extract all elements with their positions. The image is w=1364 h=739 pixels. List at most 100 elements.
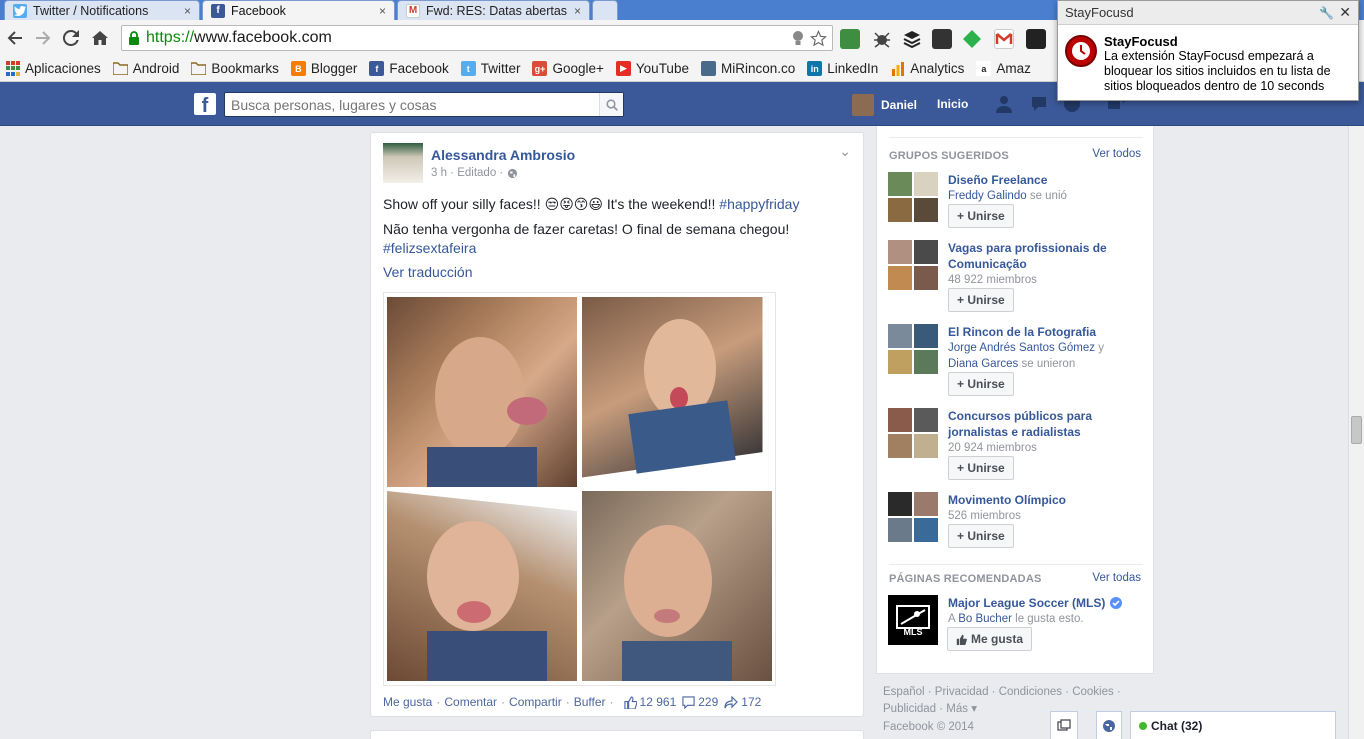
- group-member-thumbs[interactable]: [888, 408, 938, 458]
- chat-globe-button[interactable]: [1096, 711, 1122, 739]
- forward-button[interactable]: [32, 27, 54, 49]
- group-name[interactable]: Vagas para profissionais de Comunicação: [948, 240, 1138, 272]
- page-subtitle-text: A: [948, 613, 959, 625]
- group-name[interactable]: Concursos públicos para jornalistas e ra…: [948, 408, 1138, 440]
- group-member-thumbs[interactable]: [888, 324, 938, 374]
- facebook-logo-icon[interactable]: f: [194, 93, 216, 115]
- suggested-group: Diseño Freelance Freddy Galindo se unió …: [888, 172, 1148, 232]
- extension-evernote-icon[interactable]: [840, 29, 860, 49]
- bookmark-facebook[interactable]: f Facebook: [369, 61, 449, 76]
- photo-2[interactable]: [582, 297, 772, 487]
- like-count[interactable]: 12 961: [623, 695, 676, 709]
- extension-bug-icon[interactable]: [872, 29, 892, 49]
- bookmark-linkedin[interactable]: in LinkedIn: [807, 61, 878, 76]
- photo-3[interactable]: [387, 491, 577, 681]
- post-text: It's the weekend!!: [606, 196, 716, 212]
- group-name[interactable]: Diseño Freelance: [948, 172, 1138, 188]
- join-group-button[interactable]: + Unirse: [948, 372, 1014, 396]
- post-options-chevron-icon[interactable]: ⌄: [839, 143, 851, 160]
- bookmark-star-icon[interactable]: [810, 30, 827, 47]
- bookmark-youtube[interactable]: ▶ YouTube: [615, 61, 689, 76]
- group-name[interactable]: Movimento Olímpico: [948, 492, 1138, 508]
- close-notification-icon[interactable]: ✕: [1339, 4, 1351, 21]
- home-button[interactable]: [89, 27, 111, 49]
- friend-link[interactable]: Bo Bucher: [958, 613, 1012, 625]
- bookmark-aplicaciones[interactable]: Aplicaciones: [5, 61, 101, 76]
- group-name[interactable]: El Rincon de la Fotografia: [948, 324, 1138, 340]
- member-link[interactable]: Diana Garces: [948, 358, 1018, 370]
- search-button[interactable]: [599, 93, 623, 116]
- extension-gmail-icon[interactable]: [994, 29, 1014, 49]
- comment-count[interactable]: 229: [682, 695, 718, 709]
- author-avatar[interactable]: [383, 143, 423, 183]
- like-page-button[interactable]: Me gusta: [947, 627, 1033, 651]
- buffer-link[interactable]: Buffer: [574, 695, 606, 709]
- tab-facebook[interactable]: f Facebook ×: [202, 0, 395, 20]
- right-sidebar: GRUPOS SUGERIDOS Ver todos Diseño Freela…: [876, 126, 1154, 674]
- join-group-button[interactable]: + Unirse: [948, 456, 1014, 480]
- page-name[interactable]: Major League Soccer (MLS): [948, 595, 1138, 611]
- wrench-settings-icon[interactable]: 🔧: [1319, 6, 1334, 20]
- page-scrollbar[interactable]: [1348, 126, 1364, 739]
- footer-links[interactable]: Español · Privacidad · Condiciones · Coo…: [883, 686, 1121, 698]
- group-member-thumbs[interactable]: [888, 492, 938, 542]
- close-tab-icon[interactable]: ×: [379, 4, 386, 18]
- bookmark-mirincon[interactable]: MiRincon.co: [700, 61, 795, 76]
- translate-link[interactable]: Ver traducción: [383, 262, 473, 282]
- bookmark-google-plus[interactable]: g+ Google+: [532, 61, 604, 76]
- comment-link[interactable]: Comentar: [444, 695, 497, 709]
- join-group-button[interactable]: + Unirse: [948, 204, 1014, 228]
- mls-logo[interactable]: MLS: [888, 595, 938, 645]
- member-link[interactable]: Jorge Andrés Santos Gómez: [948, 342, 1095, 354]
- home-link[interactable]: Inicio: [937, 97, 968, 111]
- photo-collage[interactable]: [383, 292, 776, 686]
- profile-link[interactable]: Daniel: [852, 94, 917, 116]
- groups-see-all-link[interactable]: Ver todos: [1092, 148, 1141, 160]
- tab-gmail[interactable]: M Fwd: RES: Datas abertas - ×: [397, 0, 590, 20]
- scrollbar-thumb[interactable]: [1351, 416, 1362, 444]
- post-text-line1: Show off your silly faces!! 😒😝😙😃 It's th…: [383, 194, 799, 214]
- user-name: Daniel: [881, 98, 918, 112]
- join-group-button[interactable]: + Unirse: [948, 524, 1014, 548]
- pages-see-all-link[interactable]: Ver todas: [1092, 572, 1141, 584]
- bookmark-analytics[interactable]: Analytics: [890, 61, 964, 76]
- share-link[interactable]: Compartir: [509, 695, 562, 709]
- group-member-thumbs[interactable]: [888, 172, 938, 222]
- photo-1[interactable]: [387, 297, 577, 487]
- friend-requests-icon[interactable]: [996, 95, 1016, 113]
- close-tab-icon[interactable]: ×: [184, 4, 191, 18]
- group-member-thumbs[interactable]: [888, 240, 938, 290]
- member-link[interactable]: Freddy Galindo: [948, 190, 1027, 202]
- chat-tabs-button[interactable]: [1050, 711, 1078, 739]
- bookmark-bookmarks[interactable]: Bookmarks: [191, 61, 279, 76]
- close-tab-icon[interactable]: ×: [574, 4, 581, 18]
- hashtag-link[interactable]: #happyfriday: [719, 196, 799, 212]
- notification-body: La extensión StayFocusd empezará a bloqu…: [1104, 49, 1331, 93]
- extension-buffer-icon[interactable]: [902, 29, 922, 49]
- extension-glasses-icon[interactable]: [1026, 29, 1046, 49]
- post-timestamp[interactable]: 3 h · Editado ·: [431, 167, 503, 179]
- bookmark-amazon[interactable]: a Amaz: [976, 61, 1031, 76]
- lightbulb-icon[interactable]: [790, 30, 806, 47]
- extension-feedly-icon[interactable]: [962, 29, 982, 49]
- join-group-button[interactable]: + Unirse: [948, 288, 1014, 312]
- url-host: www.facebook.com: [194, 29, 332, 46]
- chat-sidebar-button[interactable]: Chat (32): [1130, 711, 1336, 739]
- extension-medium-icon[interactable]: [932, 29, 952, 49]
- tab-twitter[interactable]: Twitter / Notifications ×: [4, 0, 200, 20]
- photo-4[interactable]: [582, 491, 772, 681]
- messages-icon[interactable]: [1030, 95, 1050, 113]
- address-bar[interactable]: https://www.facebook.com: [121, 25, 833, 51]
- post-author[interactable]: Alessandra Ambrosio: [431, 147, 575, 163]
- bookmark-blogger[interactable]: B Blogger: [290, 61, 357, 76]
- footer-links-2[interactable]: Publicidad · Más ▾: [883, 701, 977, 715]
- bookmark-android[interactable]: Android: [112, 61, 179, 76]
- like-link[interactable]: Me gusta: [383, 695, 432, 709]
- back-button[interactable]: [4, 27, 26, 49]
- share-count[interactable]: 172: [724, 695, 761, 709]
- bookmark-twitter[interactable]: t Twitter: [460, 61, 520, 76]
- new-tab-button[interactable]: [592, 0, 618, 20]
- search-input[interactable]: [231, 96, 599, 113]
- hashtag-link[interactable]: #felizsextafeira: [383, 238, 476, 258]
- reload-button[interactable]: [60, 27, 82, 49]
